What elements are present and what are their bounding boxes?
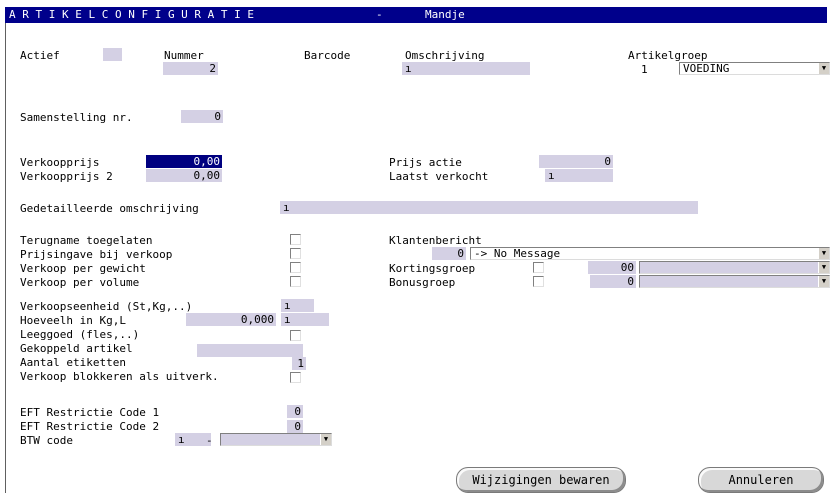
hoeveelheid-label: Hoeveelh in Kg,L [20,314,126,327]
bonusgroep-code[interactable]: 0 [590,275,636,288]
cancel-button[interactable]: Annuleren [698,467,824,493]
verkoop-volume-checkbox[interactable] [290,276,301,287]
terugname-checkbox[interactable] [290,234,301,245]
kortingsgroep-label: Kortingsgroep [389,262,476,275]
verkoopprijs2-field[interactable]: 0,00 [146,169,222,182]
leeggoed-checkbox[interactable] [290,330,301,341]
klantenbericht-value: -> No Message [474,247,561,260]
samenstelling-field[interactable]: 0 [181,110,223,123]
laatst-verkocht-label: Laatst verkocht [389,170,489,183]
artikelgroep-label: Artikelgroep [628,49,708,62]
verkoopseenheid-label: Verkoopseenheid (St,Kg,..) [20,300,193,313]
title-separator: - [376,8,383,21]
title-bar: A R T I K E L C O N F I G U R A T I E - … [5,7,827,23]
detail-field[interactable]: ı [280,201,698,214]
chevron-down-icon[interactable]: ▼ [818,63,829,74]
leeggoed-label: Leeggoed (fles,..) [20,328,140,341]
prijsingave-checkbox[interactable] [290,248,301,259]
klantenbericht-label: Klantenbericht [389,234,482,247]
chevron-down-icon[interactable]: ▼ [818,276,829,287]
verkoop-gewicht-checkbox[interactable] [290,262,301,273]
prijs-actie-label: Prijs actie [389,156,462,169]
kortingsgroep-code[interactable]: 00 [588,261,636,274]
window-subtitle: Mandje [425,8,465,21]
bonusgroep-label: Bonusgroep [389,276,456,289]
verkoopprijs-label: Verkoopprijs [20,156,100,169]
btw-dash: - [206,434,213,447]
kortingsgroep-checkbox[interactable] [533,262,544,273]
verkoopseenheid-field[interactable]: ı [281,299,314,312]
aantal-etiketten-field[interactable]: 1 [292,357,306,370]
btw-label: BTW code [20,434,73,447]
verkoopprijs2-label: Verkoopprijs 2 [20,170,113,183]
chevron-down-icon[interactable]: ▼ [818,262,829,273]
blokkeren-checkbox[interactable] [290,372,301,383]
nummer-label: Nummer [164,49,204,62]
artikelgroep-code: 1 [641,63,648,76]
verkoopprijs-field[interactable]: 0,00 [146,155,222,168]
bonusgroep-checkbox[interactable] [533,276,544,287]
omschrijving-label: Omschrijving [405,49,485,62]
eft-code1-field[interactable]: 0 [287,405,303,418]
nummer-field[interactable]: 2 [163,62,218,75]
klantenbericht-code[interactable]: 0 [432,247,466,260]
samenstelling-label: Samenstelling nr. [20,111,133,124]
prijs-actie-field[interactable]: 0 [539,155,613,168]
omschrijving-field[interactable]: ı [402,62,530,75]
barcode-label: Barcode [304,49,351,62]
btw-dropdown[interactable]: ▼ [220,433,332,446]
hoeveelheid-field[interactable]: 0,000 [186,313,276,326]
save-button[interactable]: Wijzigingen bewaren [456,467,626,493]
verkoop-volume-label: Verkoop per volume [20,276,140,289]
gekoppeld-label: Gekoppeld artikel [20,342,133,355]
window-title: A R T I K E L C O N F I G U R A T I E [9,8,255,21]
aantal-etiketten-label: Aantal etiketten [20,356,126,369]
top-strip [0,0,831,7]
detail-label: Gedetailleerde omschrijving [20,202,199,215]
verkoop-gewicht-label: Verkoop per gewicht [20,262,146,275]
artikelgroep-value: VOEDING [683,62,730,75]
prijsingave-label: Prijsingave bij verkoop [20,248,173,261]
klantenbericht-dropdown[interactable]: -> No Message ▼ [470,247,830,260]
terugname-label: Terugname toegelaten [20,234,153,247]
eft-code2-label: EFT Restrictie Code 2 [20,420,160,433]
hoeveelheid-unit-field[interactable]: ı [281,313,329,326]
laatst-verkocht-field[interactable]: ı [545,169,613,182]
eft-code1-label: EFT Restrictie Code 1 [20,406,160,419]
chevron-down-icon[interactable]: ▼ [320,434,331,445]
actief-label: Actief [20,49,60,62]
eft-code2-field[interactable]: 0 [287,420,303,433]
artikelgroep-dropdown[interactable]: VOEDING ▼ [679,62,830,75]
chevron-down-icon[interactable]: ▼ [818,248,829,259]
actief-field[interactable] [103,48,122,61]
kortingsgroep-dropdown[interactable]: ▼ [639,261,830,274]
gekoppeld-field[interactable] [197,344,303,357]
blokkeren-label: Verkoop blokkeren als uitverk. [20,370,219,383]
bonusgroep-dropdown[interactable]: ▼ [639,275,830,288]
